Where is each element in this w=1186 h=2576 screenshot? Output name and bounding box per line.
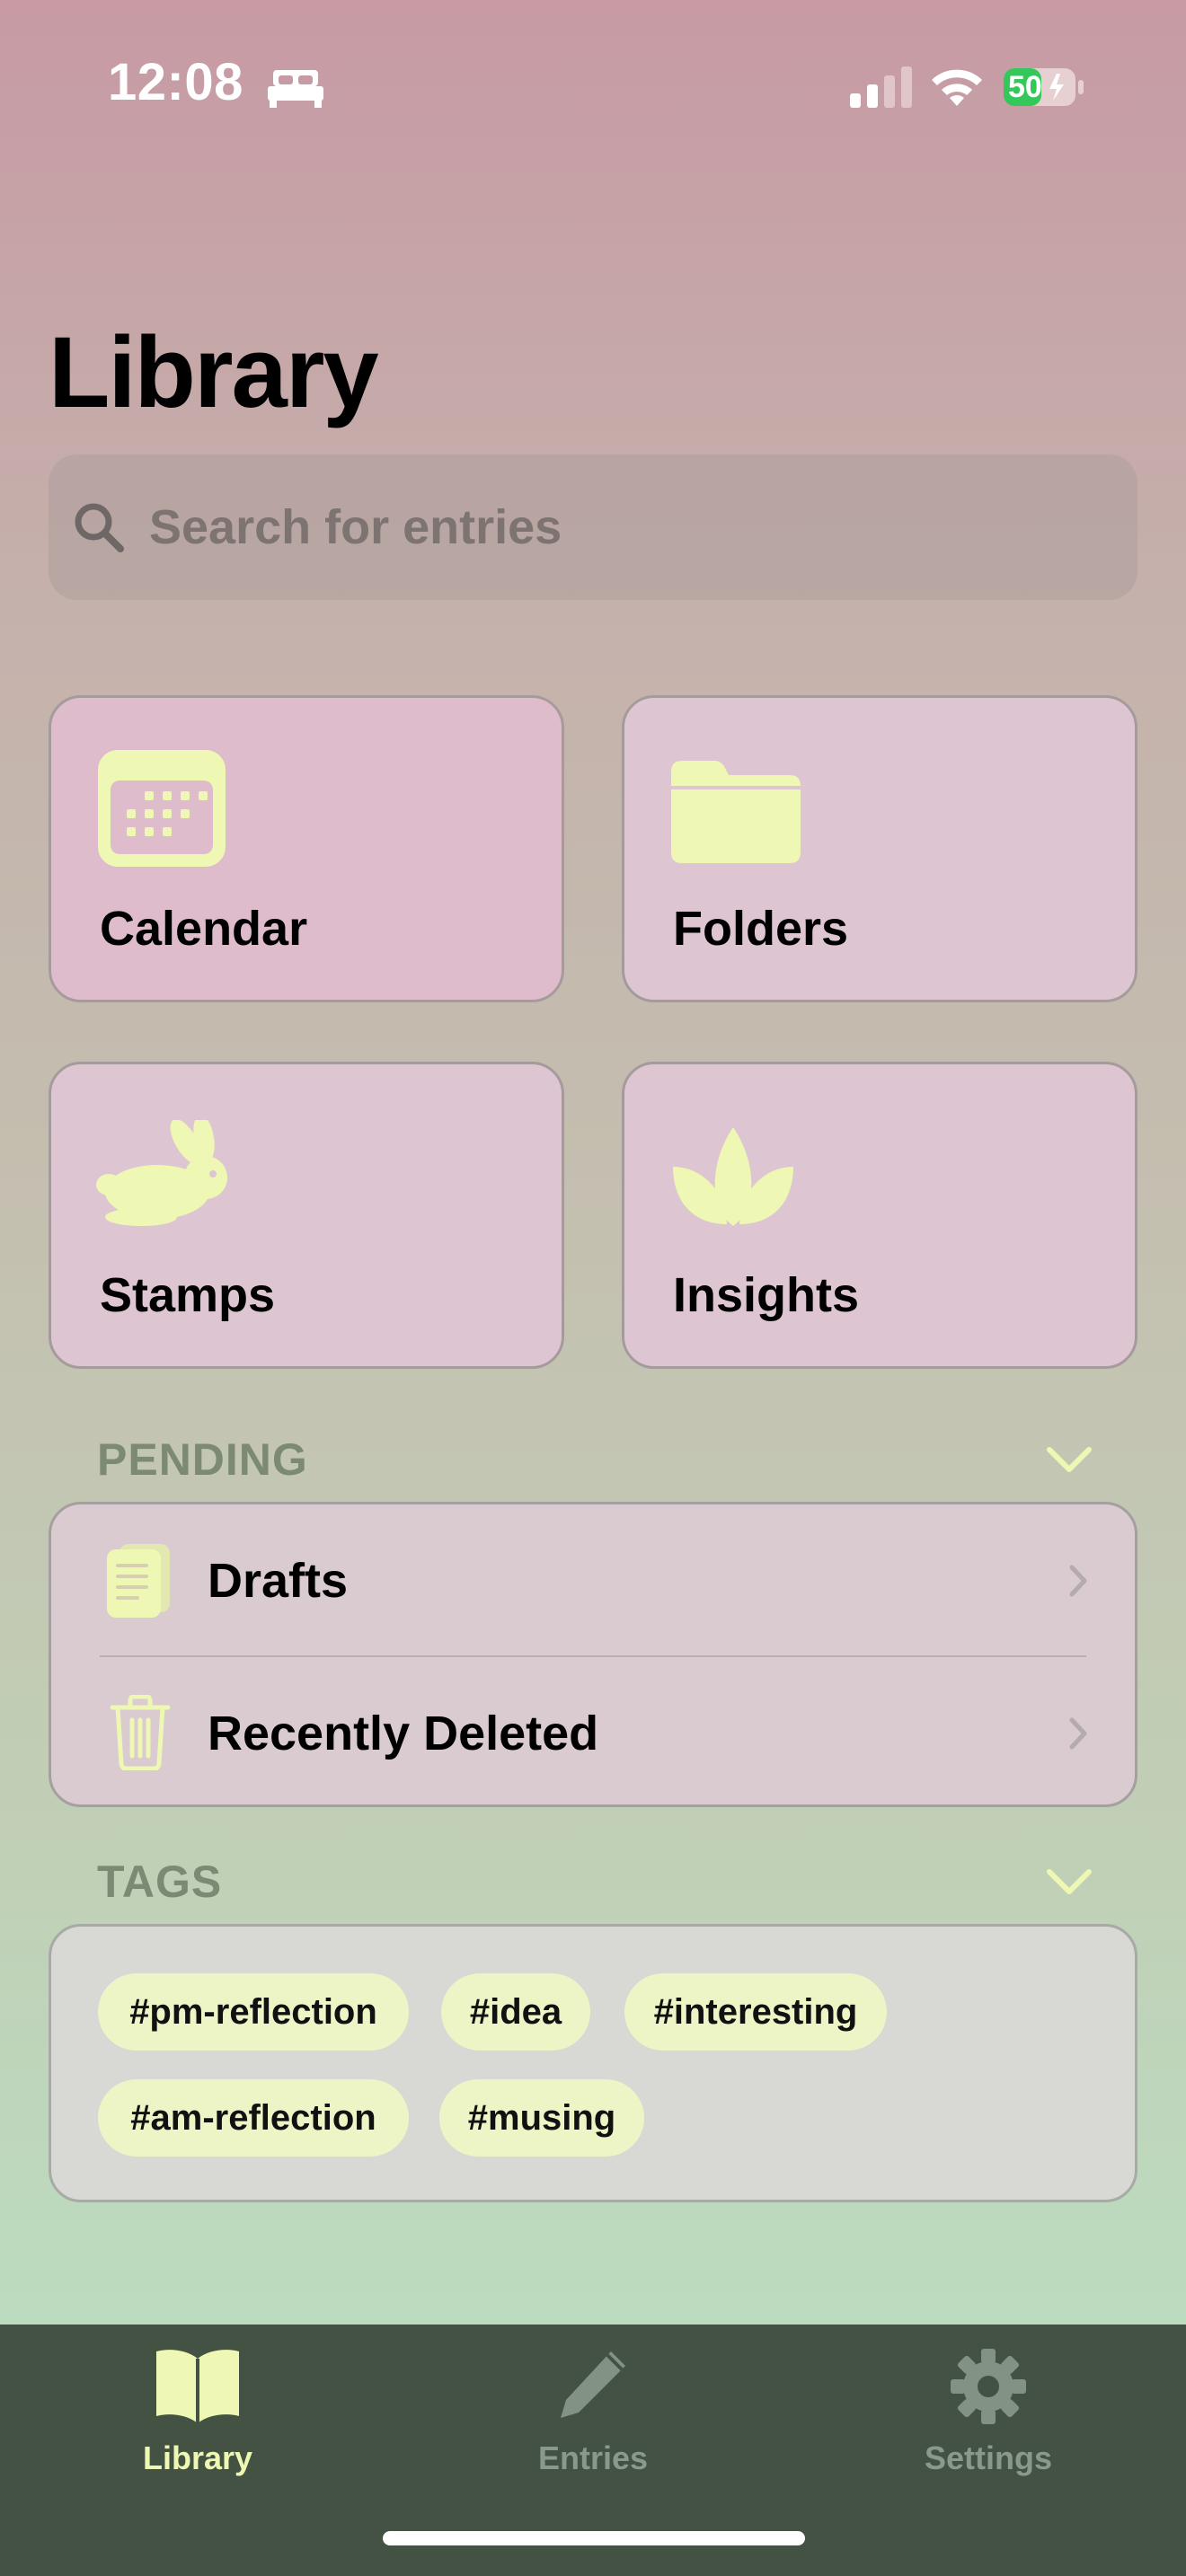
- folder-icon: [671, 761, 801, 863]
- recently-deleted-label: Recently Deleted: [208, 1707, 599, 1760]
- tag-chip[interactable]: #pm-reflection: [98, 1973, 409, 2051]
- recently-deleted-row[interactable]: Recently Deleted: [51, 1657, 1135, 1810]
- gear-icon: [951, 2349, 1026, 2424]
- wifi-icon: [932, 69, 982, 106]
- page-title: Library: [49, 316, 379, 428]
- battery-level: 50: [1008, 70, 1042, 104]
- stamps-label: Stamps: [100, 1268, 276, 1322]
- battery-indicator: 50: [1003, 65, 1085, 110]
- drafts-label: Drafts: [208, 1554, 349, 1608]
- folders-label: Folders: [673, 902, 849, 956]
- chevron-down-icon[interactable]: [1046, 1446, 1093, 1473]
- leaves-icon: [673, 1127, 793, 1226]
- tab-entries[interactable]: Entries: [395, 2325, 791, 2522]
- tab-label: Library: [142, 2439, 253, 2476]
- document-icon: [107, 1544, 170, 1618]
- calendar-icon: [98, 750, 226, 867]
- pending-list: Drafts Recently Deleted: [49, 1502, 1137, 1807]
- calendar-label: Calendar: [100, 902, 308, 956]
- stamps-card[interactable]: Stamps: [49, 1062, 564, 1369]
- insights-card[interactable]: Insights: [622, 1062, 1137, 1369]
- status-time: 12:08: [108, 53, 243, 111]
- tag-chip[interactable]: #musing: [439, 2079, 644, 2157]
- tab-library[interactable]: Library: [0, 2325, 395, 2522]
- tab-label: Settings: [924, 2439, 1052, 2476]
- pending-header: PENDING: [97, 1434, 308, 1485]
- tag-chip[interactable]: #am-reflection: [98, 2079, 409, 2157]
- tags-header: TAGS: [97, 1857, 223, 1907]
- pencil-icon: [561, 2351, 625, 2418]
- cellular-signal-icon: [850, 66, 912, 108]
- tab-label: Entries: [537, 2439, 649, 2476]
- search-icon: [75, 503, 124, 552]
- bed-icon: [268, 70, 323, 108]
- insights-label: Insights: [673, 1268, 860, 1322]
- search-field[interactable]: Search for entries: [49, 454, 1137, 600]
- drafts-row[interactable]: Drafts: [51, 1504, 1135, 1657]
- tags-container: #pm-reflection #idea #interesting #am-re…: [49, 1924, 1137, 2202]
- chevron-right-icon: [1069, 1717, 1087, 1750]
- tab-settings[interactable]: Settings: [791, 2325, 1186, 2522]
- folders-card[interactable]: Folders: [622, 695, 1137, 1002]
- book-icon: [156, 2350, 239, 2423]
- trash-icon: [111, 1695, 170, 1770]
- chevron-right-icon: [1069, 1565, 1087, 1597]
- tag-chip[interactable]: #interesting: [624, 1973, 887, 2051]
- rabbit-icon: [96, 1120, 227, 1226]
- search-placeholder: Search for entries: [149, 500, 562, 554]
- chevron-down-icon[interactable]: [1046, 1868, 1093, 1895]
- home-indicator[interactable]: [383, 2531, 805, 2545]
- tag-chip[interactable]: #idea: [441, 1973, 590, 2051]
- calendar-card[interactable]: Calendar: [49, 695, 564, 1002]
